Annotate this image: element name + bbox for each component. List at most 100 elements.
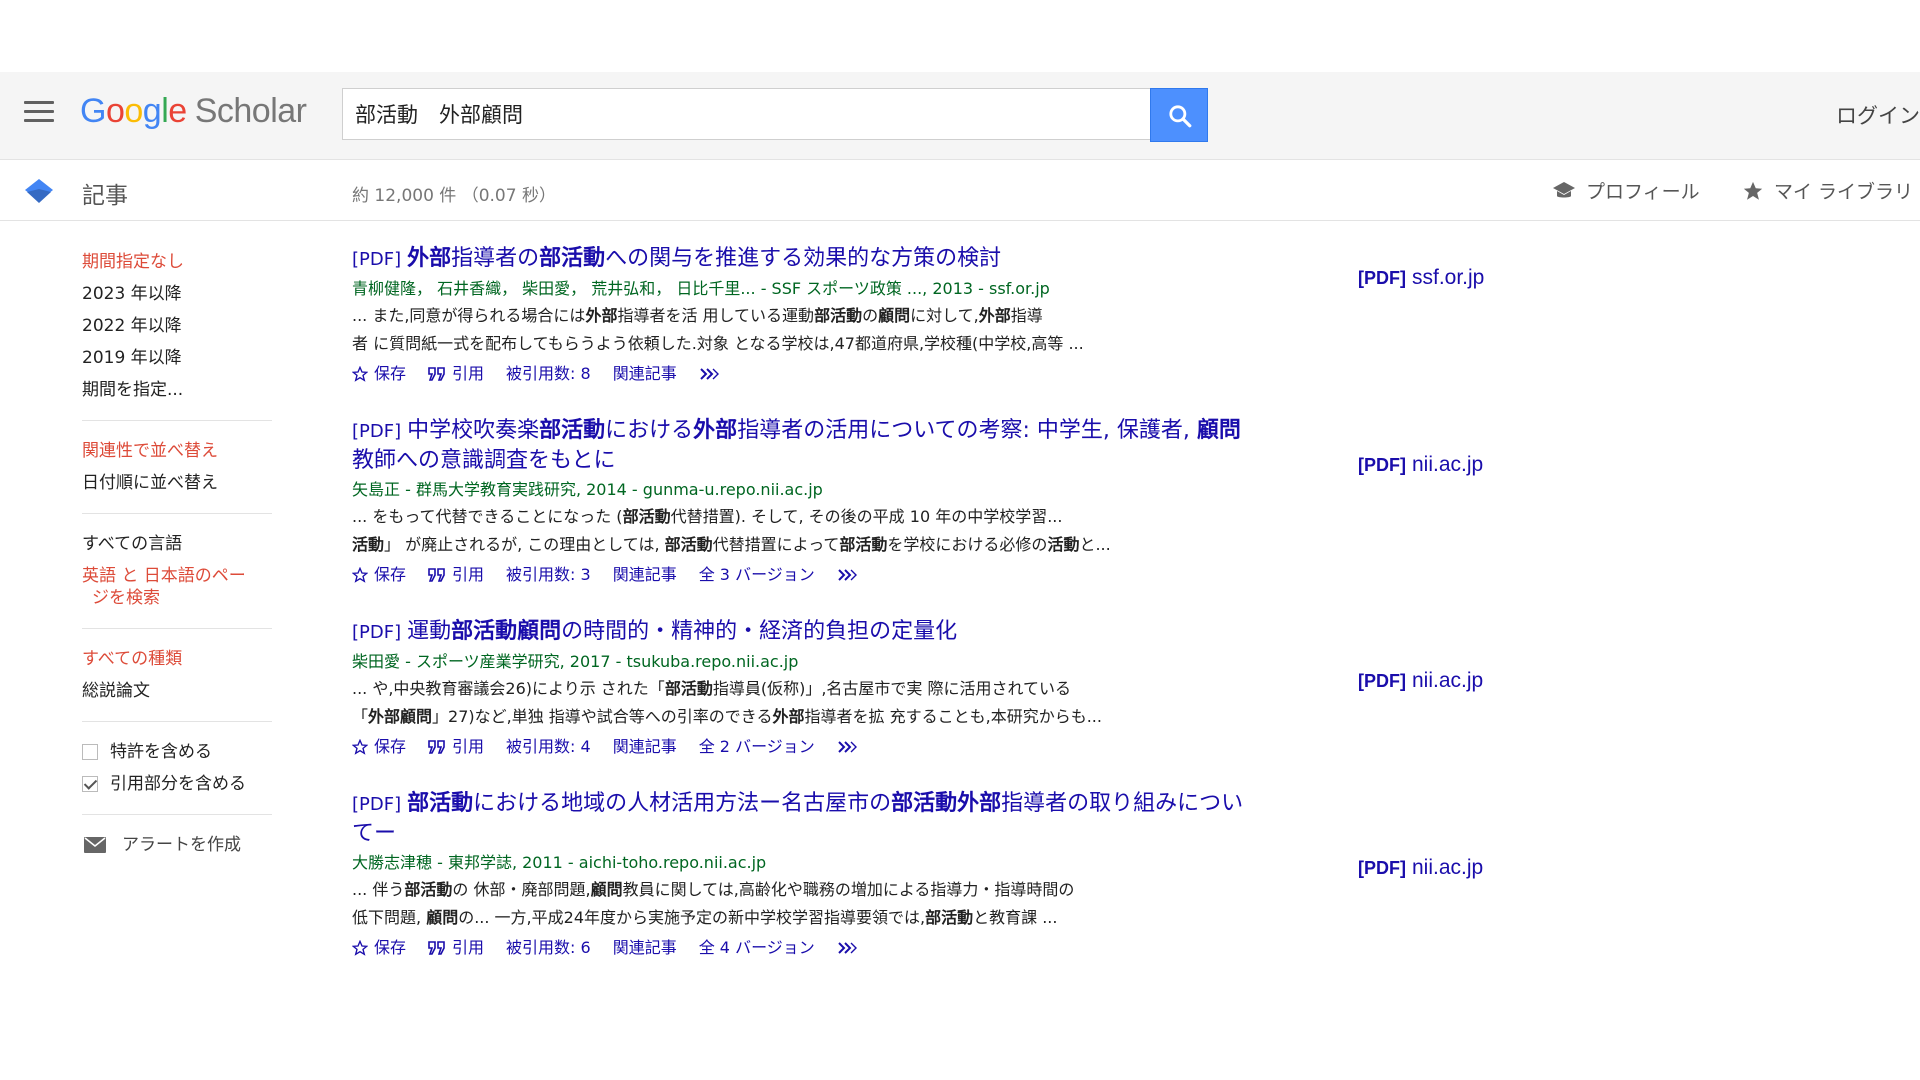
- search-button[interactable]: [1150, 88, 1208, 142]
- my-library-label: マイ ライブラリ: [1774, 181, 1914, 203]
- result-title-link[interactable]: [PDF] 中学校吹奏楽部活動における外部指導者の活用についての考察: 中学生, …: [352, 416, 1252, 475]
- pdf-full-text-link[interactable]: [PDF] ssf.or.jp: [1358, 266, 1484, 290]
- type-review-articles[interactable]: 総説論文: [82, 675, 272, 707]
- highlighted-term: 部活動外部: [891, 791, 1002, 816]
- articles-label[interactable]: 記事: [82, 176, 128, 210]
- result-title-link[interactable]: [PDF] 部活動における地域の人材活用方法ー名古屋市の部活動外部指導者の取り組み…: [352, 789, 1252, 848]
- highlighted-term: 部活動: [407, 791, 474, 816]
- pdf-full-text-link[interactable]: [PDF] nii.ac.jp: [1358, 669, 1483, 693]
- search-input[interactable]: [342, 88, 1150, 140]
- quote-icon: [428, 367, 445, 381]
- cited-by-link[interactable]: 被引用数: 8: [506, 360, 591, 388]
- cite-button[interactable]: 引用: [428, 360, 484, 388]
- pdf-domain: nii.ac.jp: [1412, 856, 1484, 879]
- result-title-link[interactable]: [PDF] 外部指導者の部活動への関与を推進する効果的な方策の検討: [352, 244, 1252, 274]
- result-snippet: ... や,中央教育審議会26)により示 された「部活動指導員(仮称)」,名古屋…: [352, 675, 1252, 731]
- save-button[interactable]: 保存: [352, 561, 406, 589]
- snippet-line: ... をもって代替できることになった (部活動代替措置). そして, その後の…: [352, 503, 1252, 531]
- result-authors-source: 大勝志津穂 - 東邦学誌, 2011 - aichi-toho.repo.nii…: [352, 853, 767, 872]
- type-all[interactable]: すべての種類: [82, 643, 272, 675]
- divider: [82, 628, 272, 629]
- save-button[interactable]: 保存: [352, 934, 406, 962]
- cite-button[interactable]: 引用: [428, 561, 484, 589]
- snippet-line: ... 伴う部活動の 休部・廃部問題,顧問教員に関しては,高齢化や職務の増加によ…: [352, 876, 1252, 904]
- pdf-domain: ssf.or.jp: [1412, 266, 1485, 289]
- text-fragment: 中学校吹奏楽: [407, 418, 540, 443]
- result-authors-source: 柴田愛 - スポーツ産業学研究, 2017 - tsukuba.repo.nii…: [352, 652, 799, 671]
- sort-by-date[interactable]: 日付順に並べ替え: [82, 467, 272, 499]
- text-fragment: 「: [352, 707, 369, 726]
- checkbox-unchecked[interactable]: [82, 744, 98, 760]
- text-fragment: と...: [1079, 535, 1111, 554]
- hamburger-menu-icon[interactable]: [24, 101, 54, 127]
- google-scholar-logo[interactable]: Google Scholar: [80, 92, 307, 131]
- my-library-link[interactable]: マイ ライブラリ: [1742, 177, 1913, 204]
- more-options-icon: [838, 741, 857, 753]
- logo-letter: g: [142, 92, 162, 130]
- related-articles-link[interactable]: 関連記事: [613, 360, 677, 388]
- profile-link[interactable]: プロフィール: [1552, 177, 1700, 204]
- sort-by-relevance[interactable]: 関連性で並べ替え: [82, 435, 272, 467]
- text-fragment: と教育課 ...: [973, 908, 1058, 927]
- more-options-icon: [838, 942, 857, 954]
- more-options-button[interactable]: [837, 941, 863, 955]
- related-articles-link[interactable]: 関連記事: [613, 561, 677, 589]
- create-alert-button[interactable]: アラートを作成: [82, 829, 272, 861]
- login-link[interactable]: ログイン: [1836, 100, 1920, 130]
- search-box: [342, 88, 1208, 142]
- highlighted-term: 部活動顧問: [451, 619, 562, 644]
- include-citations-label: 引用部分を含める: [110, 774, 246, 794]
- include-patents-checkbox[interactable]: 特許を含める: [82, 736, 272, 768]
- cited-by-link[interactable]: 被引用数: 6: [506, 934, 591, 962]
- pdf-full-text-link[interactable]: [PDF] nii.ac.jp: [1358, 453, 1483, 477]
- all-versions-link[interactable]: 全 4 バージョン: [699, 934, 815, 962]
- star-outline-icon: [352, 366, 368, 382]
- more-options-icon: [838, 569, 857, 581]
- text-fragment: の時間的・精神的・経済的負担の定量化: [561, 619, 958, 644]
- quote-icon: [428, 568, 445, 582]
- result-title-link[interactable]: [PDF] 運動部活動顧問の時間的・精神的・経済的負担の定量化: [352, 617, 1252, 647]
- filter-since-2022[interactable]: 2022 年以降: [82, 310, 272, 342]
- pdf-tag: [PDF]: [1358, 671, 1406, 691]
- lang-en-ja[interactable]: 英語 と 日本語のペー ジを検索: [82, 560, 272, 614]
- include-citations-checkbox[interactable]: 引用部分を含める: [82, 768, 272, 800]
- highlighted-term: 活動: [1047, 535, 1080, 554]
- text-fragment: 低下問題,: [352, 908, 427, 927]
- highlighted-term: 顧問: [426, 908, 459, 927]
- text-fragment: 教師への意識調査をもとに: [352, 448, 616, 473]
- save-label: 保存: [374, 938, 407, 957]
- text-fragment: 指導者の活用についての考察: 中学生, 保護者,: [737, 418, 1197, 443]
- star-outline-icon: [352, 739, 368, 755]
- cite-button[interactable]: 引用: [428, 934, 484, 962]
- filter-since-2023[interactable]: 2023 年以降: [82, 278, 272, 310]
- cited-by-link[interactable]: 被引用数: 3: [506, 561, 591, 589]
- filter-since-2019[interactable]: 2019 年以降: [82, 342, 272, 374]
- filter-custom-range[interactable]: 期間を指定...: [82, 374, 272, 406]
- search-result: [PDF] 中学校吹奏楽部活動における外部指導者の活用についての考察: 中学生, …: [352, 416, 1252, 589]
- more-options-button[interactable]: [699, 367, 725, 381]
- filter-any-time[interactable]: 期間指定なし: [82, 246, 272, 278]
- pdf-full-text-link[interactable]: [PDF] nii.ac.jp: [1358, 856, 1483, 880]
- result-actions: 保存 引用 被引用数: 3 関連記事全 3 バージョン: [352, 561, 1252, 589]
- cite-button[interactable]: 引用: [428, 733, 484, 761]
- lang-all[interactable]: すべての言語: [82, 528, 272, 560]
- save-button[interactable]: 保存: [352, 733, 406, 761]
- text-fragment: 指導者の: [451, 246, 540, 271]
- save-label: 保存: [374, 565, 407, 584]
- snippet-line: 低下問題, 顧問の... 一方,平成24年度から実施予定の新中学校学習指導要領で…: [352, 904, 1252, 932]
- more-options-button[interactable]: [837, 740, 863, 754]
- text-fragment: への関与を推進する効果的な方策の検討: [605, 246, 1002, 271]
- save-button[interactable]: 保存: [352, 360, 406, 388]
- logo-letter: e: [168, 92, 187, 130]
- all-versions-link[interactable]: 全 3 バージョン: [699, 561, 815, 589]
- all-versions-link[interactable]: 全 2 バージョン: [699, 733, 815, 761]
- more-options-button[interactable]: [837, 568, 863, 582]
- checkbox-checked[interactable]: [82, 776, 98, 792]
- related-articles-link[interactable]: 関連記事: [613, 733, 677, 761]
- pdf-tag: [PDF]: [1358, 455, 1406, 475]
- results-list: [PDF] 外部指導者の部活動への関与を推進する効果的な方策の検討 青柳健隆， 石井…: [352, 244, 1252, 990]
- envelope-icon: [84, 837, 106, 853]
- cited-by-link[interactable]: 被引用数: 4: [506, 733, 591, 761]
- related-articles-link[interactable]: 関連記事: [613, 934, 677, 962]
- save-label: 保存: [374, 737, 407, 756]
